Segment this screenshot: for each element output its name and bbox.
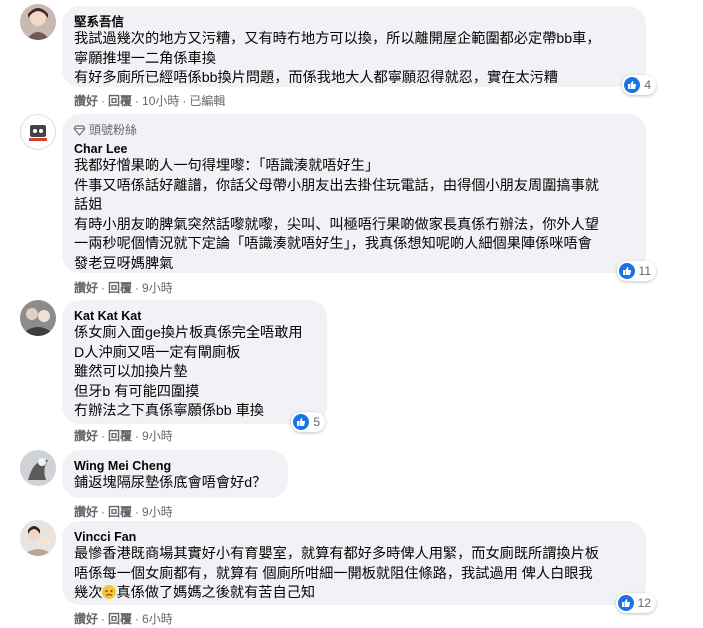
diamond-icon bbox=[74, 124, 85, 136]
like-button[interactable]: 讚好 bbox=[74, 280, 98, 296]
reaction-count[interactable]: 4 bbox=[622, 75, 656, 95]
reply-button[interactable]: 回覆 bbox=[108, 504, 132, 520]
reaction-number: 11 bbox=[638, 264, 651, 278]
reply-button[interactable]: 回覆 bbox=[108, 428, 132, 444]
thumbs-up-icon bbox=[624, 77, 641, 93]
avatar[interactable] bbox=[20, 450, 56, 486]
timestamp[interactable]: 9小時 bbox=[142, 428, 173, 444]
comment-line: 我試過幾次的地方又污糟，又有時冇地方可以換，所以離開屋企範圍都必定帶bb車， bbox=[74, 31, 601, 47]
comment-author[interactable]: Vincci Fan bbox=[74, 529, 634, 545]
comment-author[interactable]: Kat Kat Kat bbox=[74, 308, 315, 324]
comment-actions: 讚好 · 回覆 · 6小時 bbox=[74, 611, 173, 627]
thumbs-up-icon bbox=[617, 595, 634, 611]
avatar[interactable] bbox=[20, 4, 56, 40]
reaction-number: 4 bbox=[644, 78, 651, 92]
comment-line: 最慘香港既商場其實好小有育嬰室，就算有都好多時俾人用緊，而女廁既所謂換片板 bbox=[74, 546, 599, 562]
comment-author[interactable]: Char Lee bbox=[74, 141, 634, 157]
avatar[interactable] bbox=[20, 300, 56, 336]
like-button[interactable]: 讚好 bbox=[74, 428, 98, 444]
comment-actions: 讚好 · 回覆 · 9小時 bbox=[74, 504, 173, 520]
comment-line: 寧願推埋一二角係車換 bbox=[74, 50, 216, 67]
timestamp[interactable]: 10小時 bbox=[142, 93, 179, 109]
comment-line: 有時小朋友啲脾氣突然話嚟就嚟，尖叫、叫極唔行果啲做家長真係冇辦法，你外人望 bbox=[74, 216, 599, 233]
comment-bubble: Wing Mei Cheng 鋪返塊隔尿墊係底會唔會好d？ bbox=[62, 450, 288, 498]
avatar[interactable] bbox=[20, 520, 56, 556]
comment-line: 冇辦法之下真係寧願係bb 車換 bbox=[74, 403, 264, 419]
reaction-count[interactable]: 5 bbox=[291, 412, 325, 432]
edited-label: 已編輯 bbox=[189, 94, 226, 108]
timestamp[interactable]: 6小時 bbox=[142, 611, 173, 627]
comment-line: 鋪返塊隔尿墊係底會唔會好d？ bbox=[74, 475, 267, 491]
timestamp[interactable]: 9小時 bbox=[142, 280, 173, 296]
comment-actions: 讚好 · 回覆 · 10小時 · 已編輯 bbox=[74, 93, 226, 109]
comment-line: 件事又唔係話好離譜，你話父母帶小朋友出去掛住玩電話，由得個小朋友周圍搞事就 bbox=[74, 177, 599, 194]
comment-actions: 讚好 · 回覆 · 9小時 bbox=[74, 280, 173, 296]
comment-bubble: 堅系吾信 我試過幾次的地方又污糟，又有時冇地方可以換，所以離開屋企範圍都必定帶b… bbox=[62, 6, 656, 95]
reply-button[interactable]: 回覆 bbox=[108, 611, 132, 627]
comment-line: 發老豆呀媽脾氣 bbox=[74, 255, 174, 272]
comment-author[interactable]: 堅系吾信 bbox=[74, 14, 634, 30]
comment-line: 有好多廁所已經唔係bb換片問題，而係我地大人都寧願忍得就忍，實在太污糟 bbox=[74, 70, 558, 86]
reaction-count[interactable]: 11 bbox=[616, 261, 656, 281]
comment-text-fragment: 幾次 bbox=[74, 585, 103, 601]
comment-author[interactable]: Wing Mei Cheng bbox=[74, 458, 276, 474]
like-button[interactable]: 讚好 bbox=[74, 504, 98, 520]
comment-bubble: Kat Kat Kat 係女廁入面ge換片板真係完全唔敢用 D人沖廁又唔一定有閘… bbox=[62, 300, 327, 432]
reaction-count[interactable]: 12 bbox=[615, 593, 656, 613]
comment-line: 雖然可以加換片墊 bbox=[74, 364, 188, 380]
comment-line: 但牙b 有可能四圍摸 bbox=[74, 383, 200, 400]
sad-face-emoji-icon bbox=[102, 585, 117, 599]
like-button[interactable]: 讚好 bbox=[74, 93, 98, 109]
reaction-number: 12 bbox=[637, 596, 651, 610]
comment-line: 係女廁入面ge換片板真係完全唔敢用 bbox=[74, 325, 303, 341]
comment-line-with-emoji: 幾次 真係做了媽媽之後就有苦自己知 bbox=[74, 584, 634, 604]
comment-bubble: Vincci Fan 最慘香港既商場其實好小有育嬰室，就算有都好多時俾人用緊，而… bbox=[62, 521, 656, 613]
timestamp[interactable]: 9小時 bbox=[142, 504, 173, 520]
reply-button[interactable]: 回覆 bbox=[108, 280, 132, 296]
avatar[interactable] bbox=[20, 114, 56, 150]
top-fan-badge[interactable]: 頭號粉絲 bbox=[74, 122, 634, 138]
comment-line: 一兩秒呢個情況就下定論「唔識湊就唔好生」，我真係想知呢啲人細個果陣係咪唔會 bbox=[74, 236, 592, 252]
like-button[interactable]: 讚好 bbox=[74, 611, 98, 627]
thumbs-up-icon bbox=[293, 414, 310, 430]
reply-button[interactable]: 回覆 bbox=[108, 93, 132, 109]
comment-line: 我都好憎果啲人一句得埋嚟：「唔識湊就唔好生」 bbox=[74, 158, 380, 174]
comment-line: D人沖廁又唔一定有閘廁板 bbox=[74, 344, 241, 361]
comment-actions: 讚好 · 回覆 · 9小時 bbox=[74, 428, 173, 444]
thumbs-up-icon bbox=[618, 263, 635, 279]
badge-label: 頭號粉絲 bbox=[89, 123, 138, 137]
comment-line: 話姐 bbox=[74, 197, 103, 213]
comment-bubble: 頭號粉絲 Char Lee 我都好憎果啲人一句得埋嚟：「唔識湊就唔好生」 件事又… bbox=[62, 114, 656, 281]
comment-line: 唔係每一個女廁都有，就算有 個廁所咁細一開板就阻住條路，我試過用 俾人白眼我 bbox=[74, 565, 593, 582]
reaction-number: 5 bbox=[313, 415, 320, 429]
comment-text-fragment: 真係做了媽媽之後就有苦自己知 bbox=[116, 585, 316, 601]
